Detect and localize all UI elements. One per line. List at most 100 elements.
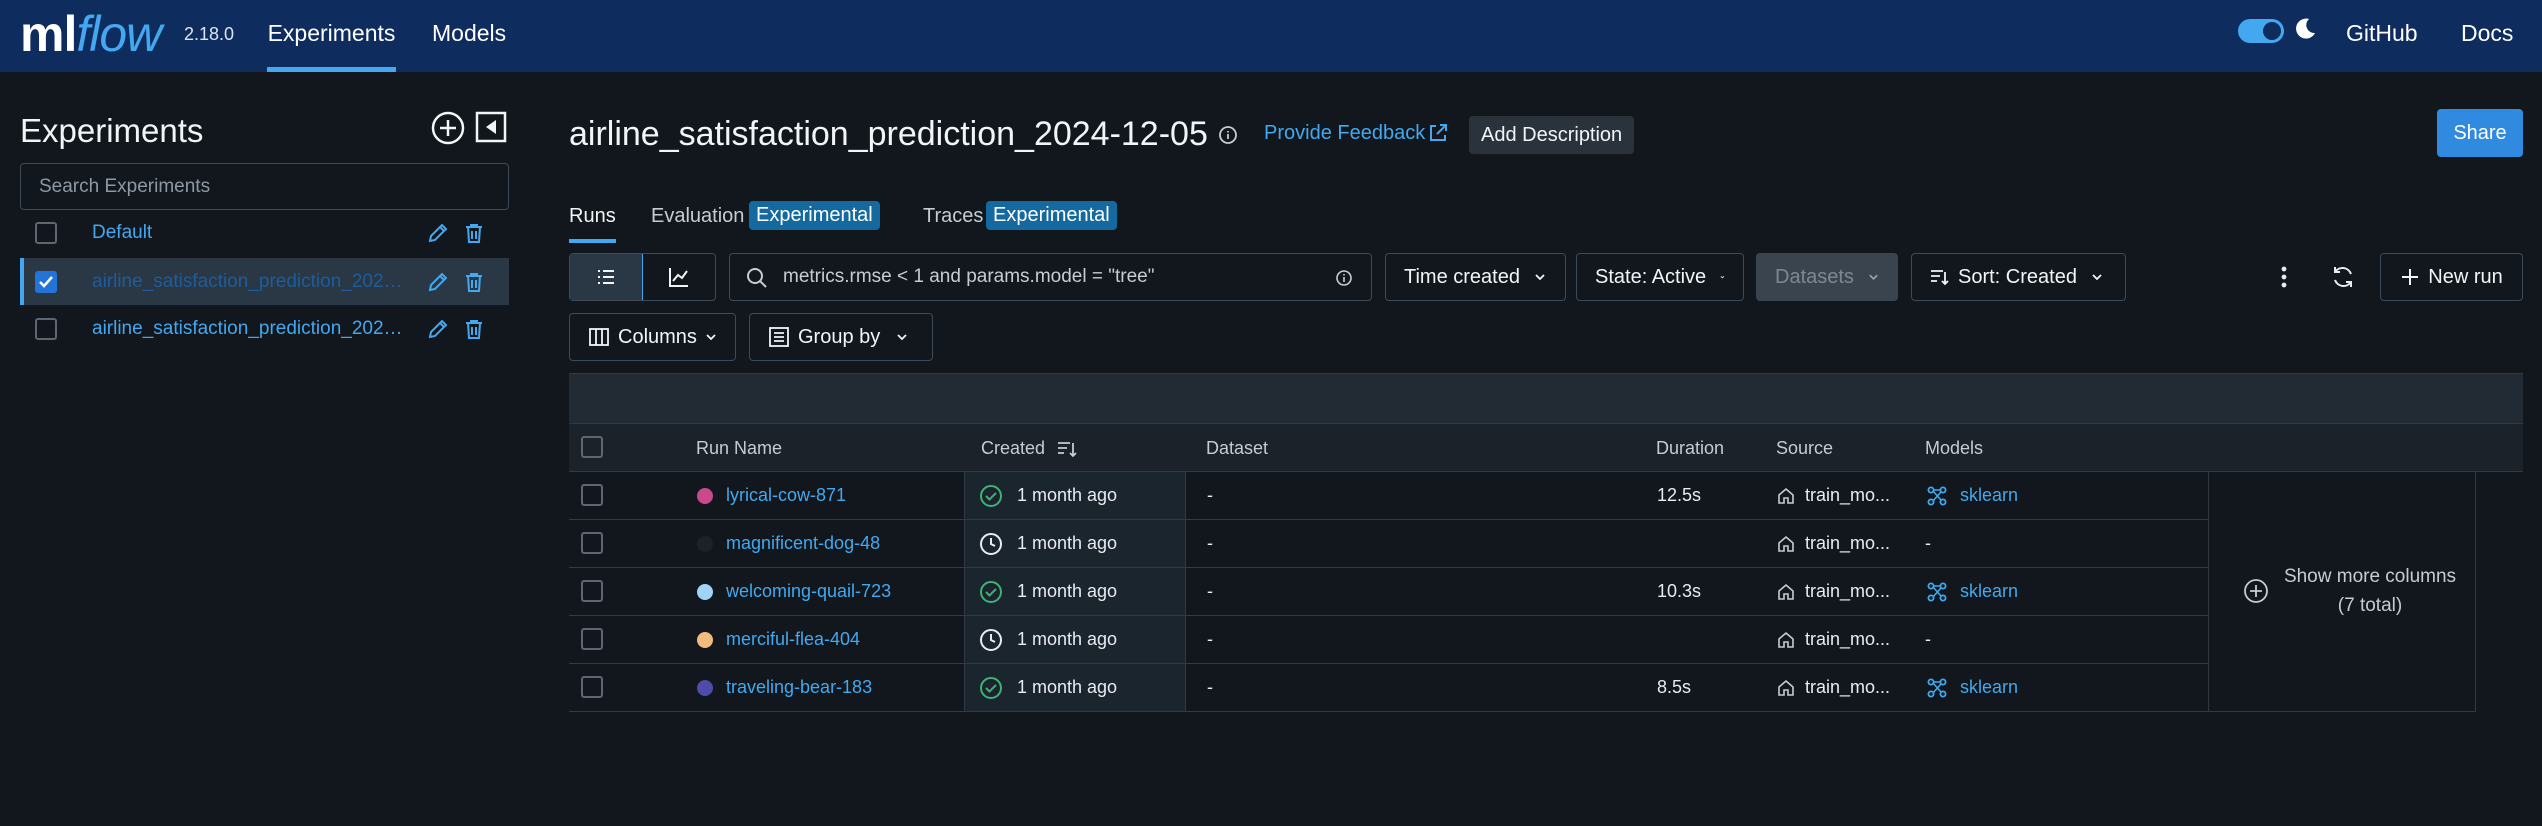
row-checkbox[interactable] <box>581 532 603 554</box>
new-run-button[interactable]: New run <box>2380 253 2523 301</box>
runs-search-input[interactable] <box>783 255 1303 299</box>
experimental-badge: Experimental <box>986 201 1117 230</box>
more-options-icon[interactable] <box>2270 263 2298 291</box>
run-name-link[interactable]: lyrical-cow-871 <box>726 472 846 519</box>
experiment-row-selected[interactable]: airline_satisfaction_prediction_2024-12-… <box>20 258 509 305</box>
source-link[interactable]: train_mo... <box>1805 568 1890 615</box>
table-row[interactable]: lyrical-cow-871 1 month ago - 12.5s train_mo… <box>569 472 2208 520</box>
row-checkbox[interactable] <box>581 676 603 698</box>
show-more-columns-button[interactable]: Show more columns (7 total) <box>2208 472 2476 712</box>
sort-desc-icon[interactable] <box>1055 437 1079 461</box>
run-color-dot[interactable] <box>697 632 713 648</box>
logo-ml-text: ml <box>20 6 77 62</box>
source-link[interactable]: train_mo... <box>1805 520 1890 567</box>
experiment-name-link[interactable]: airline_satisfaction_prediction_2024-12-… <box>92 271 412 293</box>
github-link[interactable]: GitHub <box>2346 0 2418 66</box>
tab-evaluation[interactable]: Evaluation <box>651 205 744 228</box>
run-name-link[interactable]: welcoming-quail-723 <box>726 568 891 615</box>
sort-dropdown[interactable]: Sort: Created <box>1911 253 2126 301</box>
tab-runs[interactable]: Runs <box>569 205 616 243</box>
experiment-name-link[interactable]: airline_satisfaction_prediction_2024-12-… <box>92 318 412 340</box>
create-experiment-button[interactable] <box>430 110 466 146</box>
trash-icon[interactable] <box>463 271 485 293</box>
datasets-dropdown[interactable]: Datasets <box>1756 253 1898 301</box>
source-link[interactable]: train_mo... <box>1805 616 1890 663</box>
info-icon[interactable] <box>1218 125 1238 145</box>
run-color-dot[interactable] <box>697 680 713 696</box>
pencil-icon[interactable] <box>426 221 450 245</box>
chevron-down-icon <box>897 334 907 341</box>
model-link[interactable]: sklearn <box>1960 664 2018 711</box>
chart-view-button[interactable] <box>643 254 716 300</box>
run-name-link[interactable]: traveling-bear-183 <box>726 664 872 711</box>
add-description-button[interactable]: Add Description <box>1469 116 1635 154</box>
pencil-icon[interactable] <box>426 270 450 294</box>
search-experiments-input[interactable] <box>20 163 509 210</box>
table-view-button[interactable] <box>570 254 643 300</box>
header-run-name[interactable]: Run Name <box>696 438 782 459</box>
experiment-checkbox[interactable] <box>35 317 57 340</box>
run-name-link[interactable]: magnificent-dog-48 <box>726 520 880 567</box>
model-link[interactable]: sklearn <box>1960 568 2018 615</box>
external-link-icon[interactable] <box>1427 122 1449 144</box>
group-by-dropdown[interactable]: Group by <box>749 313 933 361</box>
experiment-row[interactable]: airline_satisfaction_prediction_2024-12-… <box>20 305 509 352</box>
run-color-dot[interactable] <box>697 584 713 600</box>
mlflow-logo[interactable]: ml flow <box>20 4 162 64</box>
runs-search-box <box>729 253 1372 301</box>
table-row[interactable]: traveling-bear-183 1 month ago - 8.5s train_… <box>569 664 2208 712</box>
docs-link[interactable]: Docs <box>2461 0 2513 66</box>
experiment-checkbox-checked[interactable] <box>35 270 57 293</box>
table-row[interactable]: welcoming-quail-723 1 month ago - 10.3s trai… <box>569 568 2208 616</box>
experiment-name-link[interactable]: Default <box>92 222 412 244</box>
notebook-source-icon <box>1778 631 1794 648</box>
table-row[interactable]: magnificent-dog-48 1 month ago - train_mo..… <box>569 520 2208 568</box>
moon-icon <box>2296 18 2315 39</box>
tab-traces[interactable]: Traces <box>923 205 983 228</box>
time-created-dropdown[interactable]: Time created <box>1385 253 1566 301</box>
model-link: - <box>1925 629 1931 649</box>
experiment-row-default[interactable]: Default <box>20 209 509 256</box>
dropdown-label: Columns <box>618 325 697 348</box>
trash-icon[interactable] <box>463 222 485 244</box>
header-source[interactable]: Source <box>1776 438 1833 459</box>
row-checkbox[interactable] <box>581 484 603 506</box>
row-checkbox[interactable] <box>581 628 603 650</box>
source-link[interactable]: train_mo... <box>1805 472 1890 519</box>
table-row[interactable]: merciful-flea-404 1 month ago - train_mo...… <box>569 616 2208 664</box>
trash-icon[interactable] <box>463 318 485 340</box>
provide-feedback-link[interactable]: Provide Feedback <box>1264 122 1425 145</box>
view-mode-toggle <box>569 253 716 301</box>
nav-experiments[interactable]: Experiments <box>267 0 396 72</box>
created-time: 1 month ago <box>1017 533 1118 553</box>
sidebar-title: Experiments <box>20 112 204 149</box>
created-time: 1 month ago <box>1017 485 1118 505</box>
model-link[interactable]: sklearn <box>1960 472 2018 519</box>
columns-dropdown[interactable]: Columns <box>569 313 736 361</box>
header-created[interactable]: Created <box>981 438 1045 459</box>
header-dataset[interactable]: Dataset <box>1206 438 1268 459</box>
header-models[interactable]: Models <box>1925 438 1983 459</box>
header-duration[interactable]: Duration <box>1656 438 1724 459</box>
duration-value: 12.5s <box>1657 485 1702 505</box>
info-icon[interactable] <box>1335 269 1353 287</box>
share-button[interactable]: Share <box>2437 109 2523 157</box>
columns-icon <box>589 328 609 346</box>
new-run-label: New run <box>2428 265 2503 288</box>
source-link[interactable]: train_mo... <box>1805 664 1890 711</box>
refresh-icon[interactable] <box>2329 263 2357 291</box>
collapse-sidebar-button[interactable] <box>474 110 508 144</box>
select-all-checkbox[interactable] <box>581 436 603 458</box>
version-label: 2.18.0 <box>184 24 235 44</box>
nav-models[interactable]: Models <box>432 0 506 72</box>
run-name-link[interactable]: merciful-flea-404 <box>726 616 860 663</box>
row-checkbox[interactable] <box>581 580 603 602</box>
run-color-dot[interactable] <box>697 488 713 504</box>
state-dropdown[interactable]: State: Active <box>1576 253 1744 301</box>
dark-mode-toggle[interactable] <box>2238 19 2284 43</box>
group-icon <box>769 327 789 347</box>
chevron-down-icon <box>2092 274 2102 281</box>
pencil-icon[interactable] <box>426 317 450 341</box>
experiment-checkbox[interactable] <box>35 221 57 244</box>
run-color-dot[interactable] <box>697 536 713 552</box>
